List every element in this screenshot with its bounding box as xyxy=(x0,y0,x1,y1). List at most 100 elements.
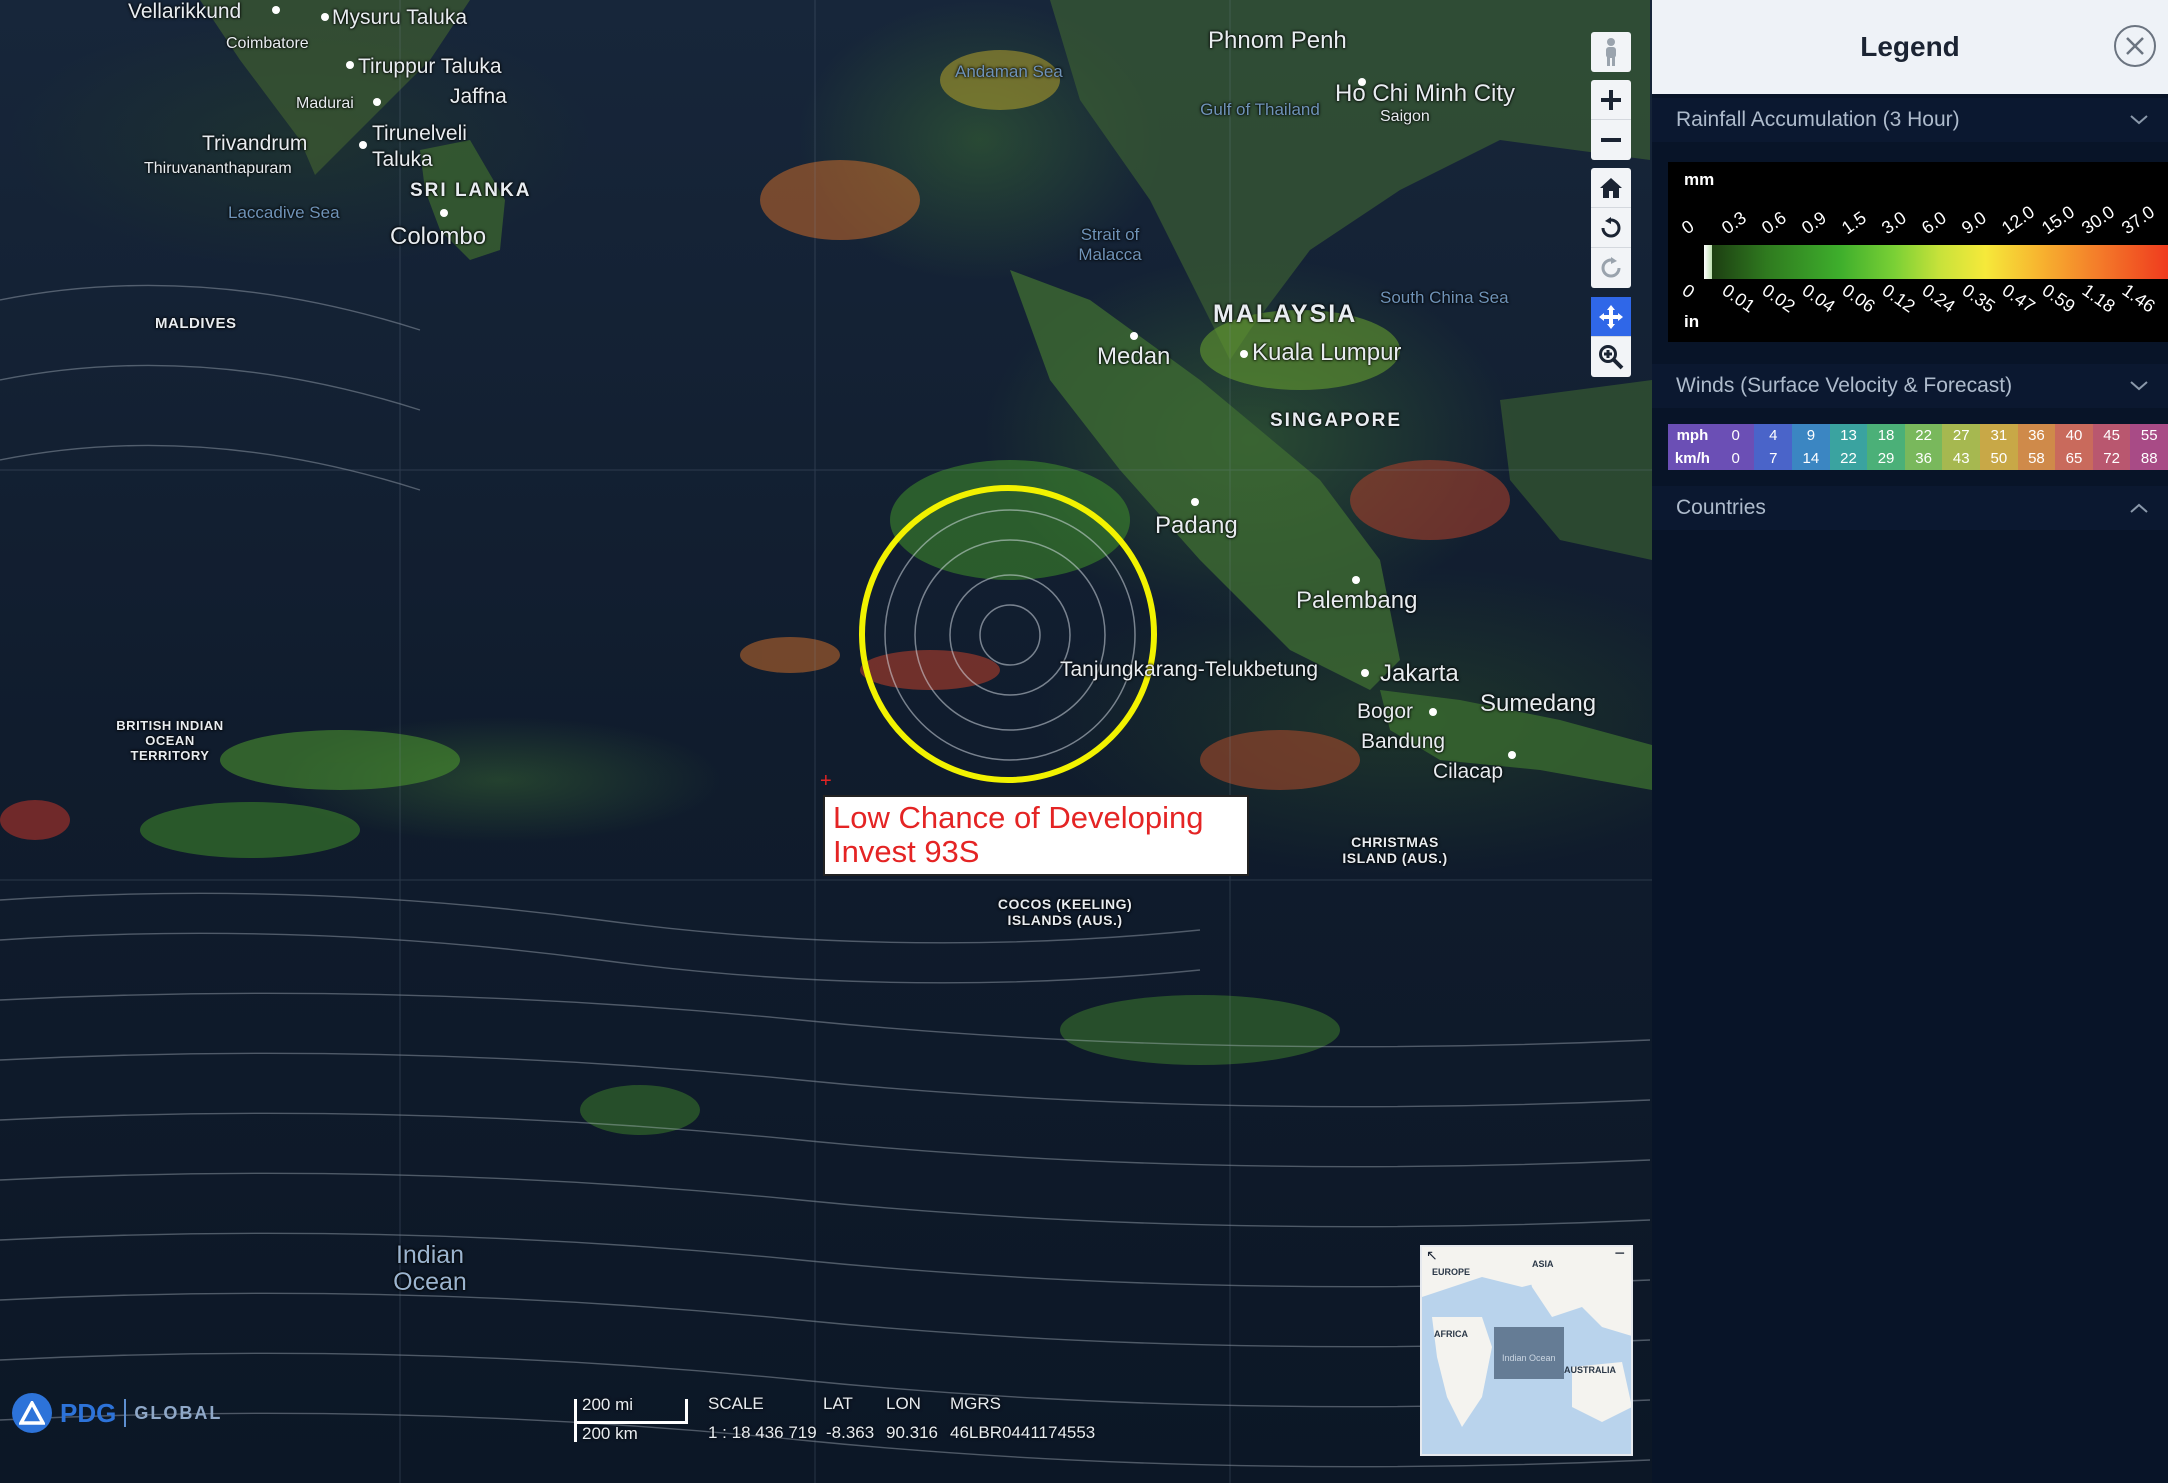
place-label: MALDIVES xyxy=(155,315,237,332)
mgrs-label: MGRS xyxy=(950,1394,1001,1413)
legend-header: Legend xyxy=(1652,0,2168,94)
rain-tick-in: 0.02 xyxy=(1758,280,1799,317)
place-label: Laccadive Sea xyxy=(228,203,340,222)
person-icon[interactable] xyxy=(1591,32,1631,72)
mgrs-value: 46LBR0441174553 xyxy=(950,1423,1096,1442)
annotation-marker-icon: + xyxy=(820,770,832,792)
close-icon[interactable] xyxy=(2114,25,2156,67)
wind-value: 45 xyxy=(2092,424,2131,447)
legend-section-winds[interactable]: Winds (Surface Velocity & Forecast) xyxy=(1652,364,2168,408)
rain-tick-in: 0.01 xyxy=(1718,280,1759,317)
wind-value: 43 xyxy=(1942,447,1981,470)
rain-tick-mm: 15.0 xyxy=(2037,201,2079,239)
place-label: South China Sea xyxy=(1380,288,1509,307)
map-toolbar-nav xyxy=(1591,168,1631,288)
place-label: Ho Chi Minh City xyxy=(1335,80,1516,107)
place-label: Cilacap xyxy=(1433,760,1504,783)
place-label: Bogor xyxy=(1357,700,1414,723)
wind-value: 22 xyxy=(1829,447,1868,470)
zoom-box-icon[interactable] xyxy=(1591,337,1631,377)
rain-color-bar xyxy=(1704,245,2168,279)
scale-mi-label: 200 mi xyxy=(582,1395,634,1414)
wind-value: 55 xyxy=(2130,424,2168,447)
wind-row-kmh: km/h 0 7 14 22 29 36 43 50 58 65 72 88 xyxy=(1668,447,2168,470)
rain-tick-mm: 9.0 xyxy=(1957,207,1990,239)
rain-tick-mm: 0.3 xyxy=(1717,207,1750,239)
scale-km-label: 200 km xyxy=(582,1424,638,1443)
lat-value: -8.363 xyxy=(826,1423,875,1442)
rain-tick-mm: 37.0 xyxy=(2117,201,2159,239)
logo-pdg-text: PDG xyxy=(60,1397,117,1428)
wind-value: 4 xyxy=(1754,424,1793,447)
place-label: Thiruvananthapuram xyxy=(144,160,292,177)
annotation-line-2: Invest 93S xyxy=(833,834,980,869)
place-label: BRITISH INDIAN OCEAN TERRITORY xyxy=(116,718,224,763)
place-label: Saigon xyxy=(1380,108,1430,125)
place-label: Kuala Lumpur xyxy=(1252,339,1402,366)
rain-tick-in: 1.46 xyxy=(2118,280,2159,317)
wind-value: 27 xyxy=(1942,424,1981,447)
home-icon[interactable] xyxy=(1591,168,1631,208)
expand-overview-icon[interactable]: ↖ xyxy=(1426,1247,1438,1264)
wind-value: 36 xyxy=(1904,447,1943,470)
wind-value: 29 xyxy=(1867,447,1905,470)
place-label: Jakarta xyxy=(1380,660,1459,687)
wind-row-mph: mph 0 4 9 13 18 22 27 31 36 40 45 55 xyxy=(1668,424,2168,447)
scale-label: SCALE xyxy=(708,1394,764,1413)
legend-section-countries[interactable]: Countries xyxy=(1652,486,2168,530)
place-label: SRI LANKA xyxy=(410,180,532,201)
place-label: Taluka xyxy=(372,148,433,171)
overview-label: Indian Ocean xyxy=(1502,1353,1556,1363)
rotate-right-icon[interactable] xyxy=(1591,248,1631,288)
wind-value: 65 xyxy=(2055,447,2093,470)
collapse-overview-icon[interactable]: − xyxy=(1614,1247,1625,1264)
place-label: Tirunelveli xyxy=(372,122,467,145)
legend-section-rainfall[interactable]: Rainfall Accumulation (3 Hour) xyxy=(1652,98,2168,142)
place-label: Andaman Sea xyxy=(955,62,1063,81)
section-label: Countries xyxy=(1676,496,1766,519)
place-label: Strait of Malacca xyxy=(1078,225,1142,264)
rain-unit-in: in xyxy=(1684,312,1700,331)
place-label: Medan xyxy=(1097,343,1171,370)
place-label: Madurai xyxy=(296,95,354,112)
rain-tick-mm: 3.0 xyxy=(1877,207,1910,239)
rain-tick-in: 0 xyxy=(1678,280,1699,303)
place-label: Colombo xyxy=(390,223,487,250)
rain-tick-mm: 0.9 xyxy=(1797,207,1830,239)
logo-global-text: GLOBAL xyxy=(134,1402,223,1423)
place-label: Phnom Penh xyxy=(1208,27,1347,54)
section-label: Winds (Surface Velocity & Forecast) xyxy=(1676,374,2013,397)
overview-label: AUSTRALIA xyxy=(1564,1365,1616,1375)
place-label: SINGAPORE xyxy=(1270,410,1403,431)
overview-label: ASIA xyxy=(1532,1259,1554,1269)
place-label: COCOS (KEELING) ISLANDS (AUS.) xyxy=(997,896,1133,928)
overview-label: AFRICA xyxy=(1434,1329,1468,1339)
overview-label: EUROPE xyxy=(1432,1267,1471,1277)
map-toolbar-zoom xyxy=(1591,80,1631,160)
zoom-out-icon[interactable] xyxy=(1591,120,1631,160)
rain-tick-in: 0.06 xyxy=(1838,280,1879,317)
rain-tick-mm: 0.6 xyxy=(1757,207,1790,239)
chevron-up-icon xyxy=(2130,503,2148,513)
legend-panel: Legend Rainfall Accumulation (3 Hour) mm… xyxy=(1652,0,2168,1483)
place-label: MALAYSIA xyxy=(1213,300,1358,328)
rotate-left-icon[interactable] xyxy=(1591,208,1631,248)
place-label: Gulf of Thailand xyxy=(1200,100,1320,119)
map-view[interactable]: Vellarikkund Mysuru Taluka Coimbatore Ti… xyxy=(0,0,1652,1483)
lat-label: LAT xyxy=(823,1394,853,1413)
chevron-down-icon xyxy=(2130,381,2148,391)
logo-divider xyxy=(124,1399,127,1427)
chevron-down-icon xyxy=(2130,115,2148,125)
overview-land xyxy=(1422,1247,1631,1427)
rain-tick-in: 0.24 xyxy=(1918,280,1959,317)
place-label: Indian Ocean xyxy=(393,1241,467,1296)
zoom-in-icon[interactable] xyxy=(1591,80,1631,120)
scale-value: 1 : 18 436 719 xyxy=(708,1423,817,1442)
rain-tick-in: 0.04 xyxy=(1798,280,1839,317)
place-label: Tanjungkarang-Telukbetung xyxy=(1060,658,1319,681)
wind-value: 9 xyxy=(1792,424,1830,447)
rain-tick-mm: 12.0 xyxy=(1997,201,2039,239)
overview-map[interactable]: EUROPE ASIA AFRICA Indian Ocean AUSTRALI… xyxy=(1420,1245,1633,1456)
map-toolbar-person xyxy=(1591,32,1631,72)
pan-icon[interactable] xyxy=(1591,297,1631,337)
